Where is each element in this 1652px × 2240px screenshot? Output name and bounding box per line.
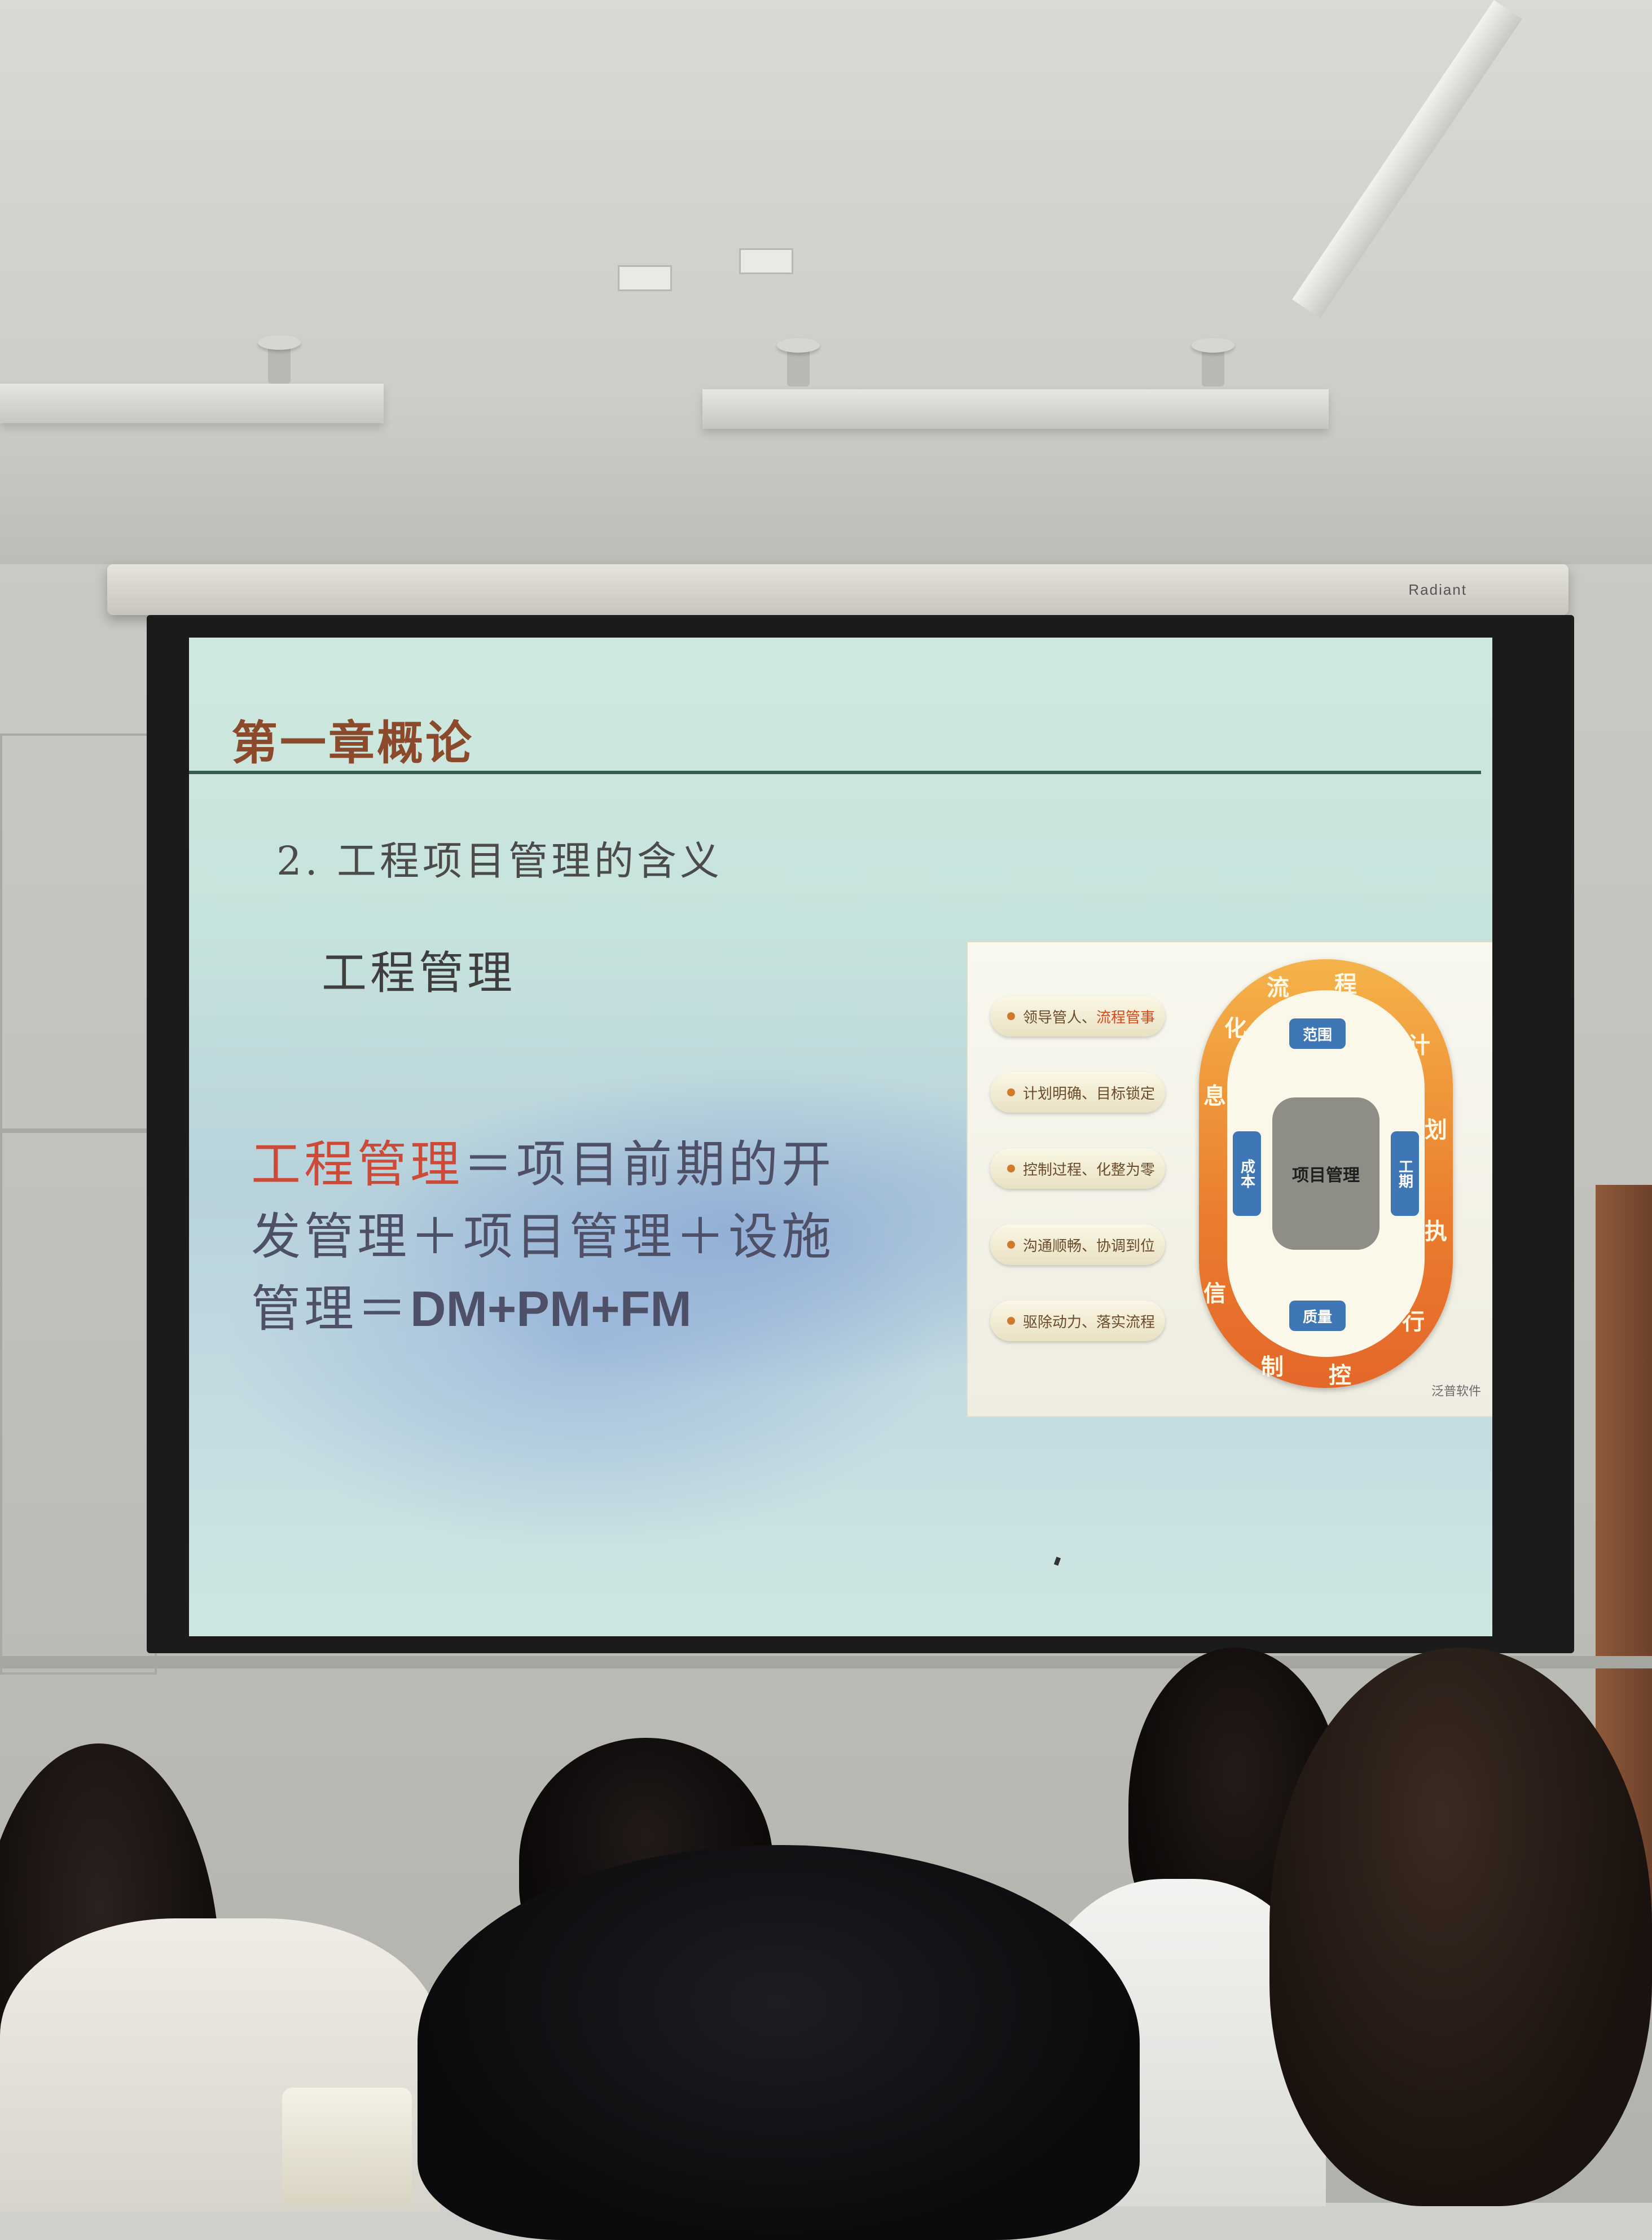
diagram-pill: 沟通顺畅、协调到位: [990, 1224, 1165, 1265]
definition-line-1-rest: ＝项目前期的开: [463, 1135, 835, 1193]
ring-label: 流: [1267, 974, 1289, 1001]
pill-accent-text: 流程管事: [1096, 1009, 1155, 1026]
ring-label: 制: [1261, 1354, 1284, 1380]
wall-panel: [0, 734, 157, 1133]
slide-subheading: 2. 工程项目管理的含义: [276, 838, 723, 884]
ring-label: 息: [1203, 1083, 1226, 1109]
definition-line-3: 管理＝DM+PM+FM: [251, 1273, 928, 1345]
diagram-pill: 控制过程、化整为零: [990, 1148, 1165, 1189]
tag-cost: 成本: [1233, 1131, 1261, 1216]
ring-label: 划: [1425, 1117, 1447, 1143]
tag-quality: 质量: [1289, 1301, 1346, 1331]
slide-title: 第一章概论: [231, 716, 474, 770]
projector-screen-casing: Radiant: [107, 564, 1568, 615]
bullet-dot-icon: [1007, 1241, 1015, 1249]
definition-formula: DM+PM+FM: [410, 1281, 692, 1337]
ring-inner: 项目管理 范围 成本 工期 质量: [1227, 990, 1425, 1357]
definition-line-3-prefix: 管理＝: [251, 1280, 411, 1338]
tag-scope: 范围: [1289, 1018, 1346, 1049]
bullet-dot-icon: [1007, 1165, 1015, 1172]
ceiling-light-strip: [1292, 0, 1522, 319]
definition-line-2: 发管理＋项目管理＋设施: [251, 1207, 835, 1266]
ceiling: [0, 0, 1652, 564]
diagram-brand-logo: 泛普软件: [1431, 1385, 1481, 1399]
slide-term: 工程管理: [322, 947, 516, 999]
bullet-dot-icon: [1007, 1317, 1015, 1325]
audience-beanie: [418, 1845, 1140, 2240]
pill-text: 领导管人、: [1023, 1009, 1097, 1026]
ring-label: 执: [1425, 1218, 1447, 1245]
pill-text: 驱除动力、落实流程: [1023, 1314, 1155, 1331]
center-label: 项目管理: [1272, 1097, 1379, 1250]
definition-line-1: 工程管理＝项目前期的开: [251, 1128, 928, 1201]
cup: [282, 2088, 412, 2206]
ceiling-vent: [739, 248, 793, 274]
diagram-pill: 驱除动力、落实流程: [990, 1301, 1165, 1341]
diagram-pill: 计划明确、目标锁定: [990, 1072, 1165, 1113]
ceiling-beam: [702, 389, 1329, 429]
pill-text: 计划明确、目标锁定: [1023, 1085, 1155, 1103]
wall-panel: [0, 1128, 157, 1675]
bullet-dot-icon: [1007, 1012, 1015, 1020]
ring-label: 控: [1329, 1362, 1351, 1389]
ring-label: 信: [1203, 1280, 1226, 1307]
ceiling-beam: [0, 384, 384, 423]
diagram-pill: 领导管人、 流程管事: [990, 996, 1165, 1036]
audience-head: [1269, 1648, 1652, 2206]
screen-brand: Radiant: [1408, 581, 1467, 598]
management-cycle-ring: 流 程 计 划 执 行 控 制 信 息 化 项目管理 范围 成本 工期 质量: [1199, 959, 1453, 1389]
bullet-dot-icon: [1007, 1088, 1015, 1096]
definition-text: 工程管理＝项目前期的开 发管理＋项目管理＋设施 管理＝DM+PM+FM: [251, 1128, 928, 1345]
ceiling-fixture: [1192, 338, 1234, 386]
pill-text: 沟通顺畅、协调到位: [1023, 1237, 1155, 1255]
ceiling-vent: [618, 265, 672, 291]
presentation-slide: 第一章概论 2. 工程项目管理的含义 工程管理 工程管理＝项目前期的开 发管理＋…: [189, 638, 1492, 1636]
ceiling-fixture: [258, 335, 301, 384]
project-management-diagram: 领导管人、 流程管事 计划明确、目标锁定 控制过程、化整为零 沟通顺畅、协调到位 …: [968, 942, 1492, 1416]
title-divider: [189, 771, 1481, 774]
definition-highlight: 工程管理: [251, 1135, 464, 1193]
ceiling-fixture: [777, 338, 820, 386]
tag-schedule: 工期: [1391, 1131, 1419, 1216]
pill-text: 控制过程、化整为零: [1023, 1161, 1155, 1179]
mouse-cursor-icon: [1053, 1557, 1061, 1566]
